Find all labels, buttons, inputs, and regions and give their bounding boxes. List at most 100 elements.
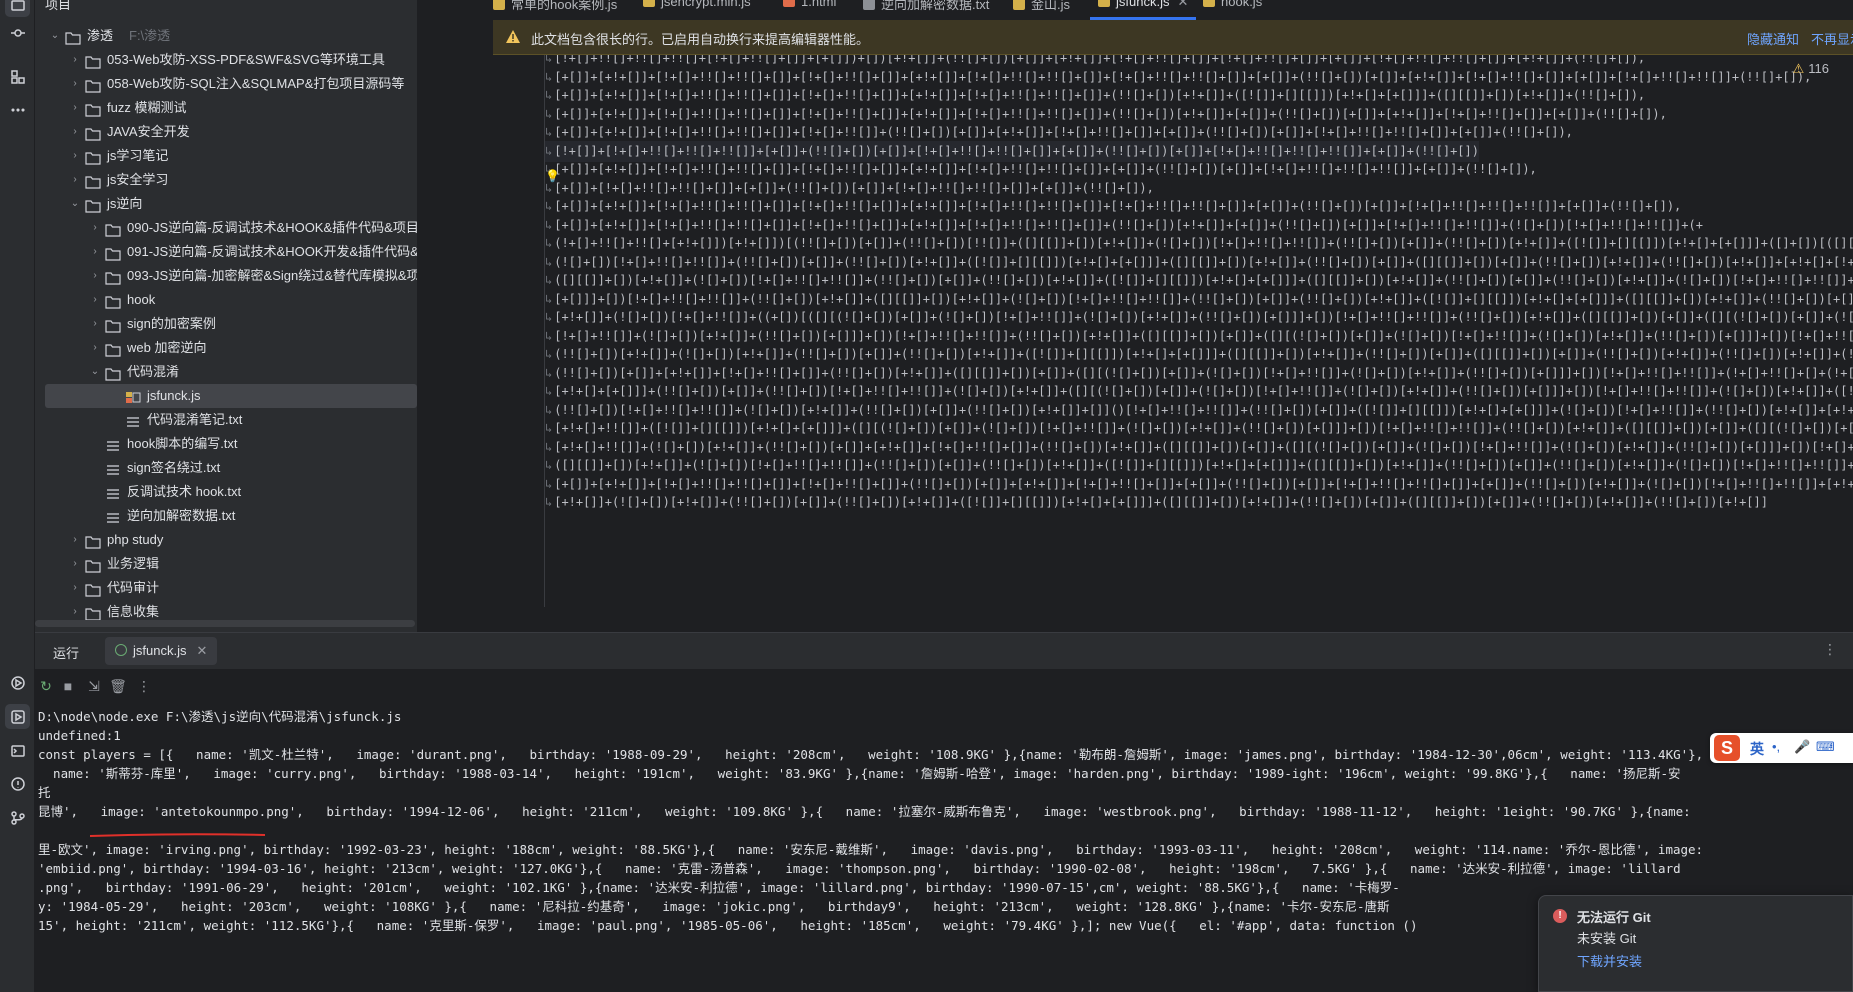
ime-punctuation-icon[interactable]: •, (1772, 739, 1780, 754)
stop-icon[interactable]: ■ (59, 677, 77, 695)
editor-tab[interactable]: hook.js (1203, 0, 1262, 20)
intention-bulb-icon[interactable]: 💡 (545, 169, 560, 183)
tree-item[interactable]: › 058-Web攻防-SQL注入&SQLMAP&打包项目源码等 (35, 72, 417, 96)
download-install-git-link[interactable]: 下载并安装 (1577, 951, 1642, 970)
editor-gutter (493, 55, 545, 607)
tree-item[interactable]: sign签名绕过.txt (35, 456, 417, 480)
project-tool-icon[interactable] (5, 0, 30, 17)
tree-item[interactable]: › sign的加密案例 (35, 312, 417, 336)
tree-horizontal-scrollbar[interactable] (35, 620, 415, 627)
tree-item[interactable]: 反调试技术 hook.txt (35, 480, 417, 504)
folder-icon (105, 293, 121, 309)
tree-item[interactable]: › 090-JS逆向篇-反调试技术&HOOK&插件代码&项目工具等 (35, 216, 417, 240)
run-tab-jsfunck[interactable]: jsfunck.js ✕ (105, 637, 218, 665)
code-line-text: [+[]]+[+!+[]]+[!+[]+!![]+!![]+[]]+[!+[]+… (554, 199, 1682, 213)
editor-tab[interactable]: 金山.js (1013, 0, 1070, 20)
chevron-down-icon[interactable]: ⌄ (69, 192, 81, 216)
inspection-warning-count[interactable]: 116 (1793, 61, 1829, 77)
code-line-text: [+!+[]]+(![]+[])[+!+[]]+(!![]+[])[+[]]+(… (554, 495, 1768, 509)
tree-item[interactable]: › web 加密逆向 (35, 336, 417, 360)
code-line[interactable]: ↳ [+!+[]]+(![]+[])[+!+[]]+(!![]+[])[+[]]+… (545, 492, 1768, 513)
tree-item[interactable]: › js安全学习 (35, 168, 417, 192)
folder-icon (105, 221, 121, 237)
clear-console-icon[interactable]: 🗑 (109, 677, 127, 695)
text-file-icon (105, 461, 121, 475)
structure-tool-icon[interactable] (5, 64, 30, 89)
tree-item[interactable]: › JAVA安全开发 (35, 120, 417, 144)
ime-language[interactable]: 英 (1750, 739, 1764, 759)
git-tool-icon[interactable] (5, 805, 30, 830)
chevron-right-icon[interactable]: › (69, 528, 81, 552)
chevron-right-icon[interactable]: › (69, 48, 81, 72)
ime-toolbar[interactable]: S 英 •, 🎤 ⌨ (1710, 733, 1853, 763)
long-lines-notice: 此文档包含很长的行。已启用自动换行来提高编辑器性能。 隐藏通知 不再显示 (493, 20, 1853, 55)
tree-item-label: 053-Web攻防-XSS-PDF&SWF&SVG等环境工具 (107, 52, 385, 67)
code-editor[interactable]: ↳ [!+[]+!![]+!![]+!![]+[!+[]+!![]+[]]+[+[… (493, 55, 1853, 607)
keyboard-icon[interactable]: ⌨ (1816, 739, 1835, 755)
commit-tool-icon[interactable] (5, 20, 30, 45)
problems-tool-icon[interactable] (5, 771, 30, 796)
tree-item[interactable]: 代码混淆笔记.txt (35, 408, 417, 432)
tree-item[interactable]: ⌄ js逆向 (35, 192, 417, 216)
folder-icon (65, 29, 81, 45)
editor-tab[interactable]: 逆向加解密数据.txt (863, 0, 989, 20)
editor-tab[interactable]: jsfunck.js ✕ (1089, 0, 1197, 20)
tree-item[interactable]: › 093-JS逆向篇-加密解密&Sign绕过&替代库模拟&项目工具等 (35, 264, 417, 288)
tree-item[interactable]: › 091-JS逆向篇-反调试技术&HOOK开发&插件代码&项目等 (35, 240, 417, 264)
code-line-text: [+[]]+[+!+[]]+[!+[]+!![]+!![]+[]]+[!+[]+… (554, 69, 1812, 84)
tree-item[interactable]: hook脚本的编写.txt (35, 432, 417, 456)
tree-item[interactable]: › hook (35, 288, 417, 312)
tree-item[interactable]: ⌄ 代码混淆 (35, 360, 417, 384)
tree-item[interactable]: › fuzz 模糊测试 (35, 96, 417, 120)
code-line-text: (!+[]+!![]+!![]+[+!+[]])[+!+[]])[(!![]+[… (554, 236, 1853, 250)
tree-item[interactable]: 逆向加解密数据.txt (35, 504, 417, 528)
run-panel-options-icon[interactable]: ⋮ (1823, 641, 1837, 658)
chevron-right-icon[interactable]: › (89, 288, 101, 312)
soft-wrap-icon: ↳ (545, 69, 553, 84)
editor-tab[interactable]: jsencrypt.min.js (643, 0, 751, 20)
text-file-icon (105, 485, 121, 499)
hide-notice-link[interactable]: 隐藏通知 (1747, 29, 1799, 48)
services-tool-icon[interactable] (5, 670, 30, 695)
console-line: const players = [{ name: '凯文-杜兰特', image… (38, 747, 1704, 762)
chevron-down-icon[interactable]: ⌄ (49, 24, 61, 48)
chevron-right-icon[interactable]: › (69, 168, 81, 192)
more-tools-icon[interactable] (5, 97, 30, 122)
microphone-icon[interactable]: 🎤 (1794, 739, 1810, 755)
rerun-icon[interactable]: ↻ (37, 677, 55, 695)
tree-item[interactable]: › 053-Web攻防-XSS-PDF&SWF&SVG等环境工具 (35, 48, 417, 72)
chevron-right-icon[interactable]: › (69, 552, 81, 576)
chevron-right-icon[interactable]: › (69, 96, 81, 120)
terminal-tool-icon[interactable] (5, 738, 30, 763)
close-run-tab-icon[interactable]: ✕ (196, 643, 207, 658)
tree-item[interactable]: › 代码审计 (35, 576, 417, 600)
chevron-right-icon[interactable]: › (69, 120, 81, 144)
run-tool-icon[interactable] (5, 704, 30, 729)
close-tab-icon[interactable]: ✕ (1177, 0, 1188, 9)
chevron-down-icon[interactable]: ⌄ (89, 360, 101, 384)
chevron-right-icon[interactable]: › (89, 312, 101, 336)
tree-item[interactable]: › js学习笔记 (35, 144, 417, 168)
chevron-right-icon[interactable]: › (89, 240, 101, 264)
file-type-icon (1203, 0, 1215, 7)
editor-tab-label: 常单的hook案例.js (511, 0, 618, 12)
tree-item[interactable]: ⌄ 渗透 F:\渗透 (35, 24, 417, 48)
scroll-to-end-icon[interactable]: ⇲ (85, 677, 103, 695)
chevron-right-icon[interactable]: › (89, 264, 101, 288)
tree-item[interactable]: › php study (35, 528, 417, 552)
dont-show-again-link[interactable]: 不再显示 (1811, 29, 1853, 48)
code-line-text: (!![]+[])[!+[]+!![]+!![]]+(![]+[])[+!+[]… (554, 402, 1853, 417)
text-file-icon (105, 437, 121, 451)
chevron-right-icon[interactable]: › (89, 336, 101, 360)
chevron-right-icon[interactable]: › (69, 576, 81, 600)
chevron-right-icon[interactable]: › (69, 72, 81, 96)
editor-tab[interactable]: 1.html (783, 0, 836, 20)
tree-item[interactable]: jsfunck.js (45, 384, 417, 408)
tree-item[interactable]: › 业务逻辑 (35, 552, 417, 576)
console-line: y: '1984-05-29', height: '203cm', weight… (38, 899, 1390, 914)
more-actions-icon[interactable]: ⋮ (135, 677, 153, 695)
chevron-right-icon[interactable]: › (89, 216, 101, 240)
soft-wrap-icon: ↳ (545, 125, 553, 139)
editor-tab[interactable]: 常单的hook案例.js (493, 0, 617, 20)
chevron-right-icon[interactable]: › (69, 144, 81, 168)
